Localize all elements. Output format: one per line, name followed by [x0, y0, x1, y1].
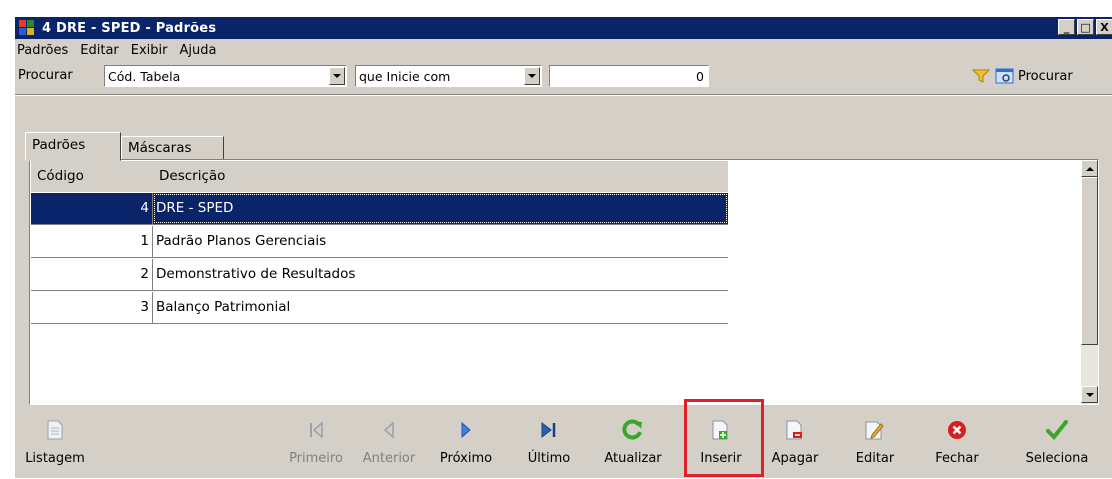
next-icon	[455, 419, 477, 441]
scroll-down-button[interactable]	[1081, 386, 1098, 403]
anterior-button[interactable]: Anterior	[351, 413, 427, 473]
cell-description: Demonstrativo de Resultados	[156, 266, 356, 282]
search-button-label: Procurar	[1018, 68, 1073, 84]
document-list-icon	[44, 419, 66, 441]
search-window-icon	[995, 67, 1015, 85]
checkmark-icon	[1046, 419, 1068, 441]
fechar-label: Fechar	[935, 451, 979, 466]
table-header: Código Descrição	[31, 161, 728, 192]
editar-label: Editar	[855, 451, 895, 466]
cell-description: Padrão Planos Gerenciais	[156, 233, 327, 249]
search-button[interactable]: Procurar	[995, 65, 1073, 87]
data-grid: Código Descrição 4 DRE - SPED 1 Padrão P…	[29, 159, 1099, 405]
ultimo-button[interactable]: Último	[517, 413, 581, 473]
separator	[15, 94, 1112, 96]
proximo-button[interactable]: Próximo	[427, 413, 505, 473]
menu-padroes[interactable]: Padrões	[15, 43, 74, 58]
window-title: 4 DRE - SPED - Padrões	[42, 20, 217, 36]
last-record-icon	[538, 419, 560, 441]
cell-code: 2	[31, 259, 153, 290]
primeiro-button[interactable]: Primeiro	[281, 413, 351, 473]
menu-bar: Padrões Editar Exibir Ajuda	[15, 39, 1112, 61]
search-bar: Procurar Cód. Tabela que Inicie com 0 Pr…	[15, 62, 1112, 92]
atualizar-button[interactable]: Atualizar	[591, 413, 675, 473]
menu-exibir[interactable]: Exibir	[125, 43, 174, 58]
previous-icon	[378, 419, 400, 441]
filter-icon[interactable]	[971, 69, 991, 87]
editar-button[interactable]: Editar	[845, 413, 905, 473]
maximize-button[interactable]: □	[1077, 19, 1094, 35]
tab-padroes[interactable]: Padrões	[25, 132, 121, 161]
table-row[interactable]: 2 Demonstrativo de Resultados	[31, 259, 728, 291]
seleciona-label: Seleciona	[1025, 451, 1089, 466]
cell-code: 4	[31, 193, 153, 224]
edit-document-icon	[864, 419, 886, 441]
chevron-down-icon	[528, 74, 536, 78]
ultimo-label: Último	[527, 451, 571, 466]
search-condition-value: que Inicie com	[359, 69, 451, 84]
first-record-icon	[305, 419, 327, 441]
search-label: Procurar	[18, 68, 73, 83]
arrow-down-icon	[1085, 392, 1094, 397]
arrow-up-icon	[1085, 166, 1094, 171]
proximo-label: Próximo	[439, 451, 493, 466]
column-header-codigo[interactable]: Código	[31, 161, 153, 192]
scroll-thumb[interactable]	[1081, 177, 1098, 345]
search-condition-select[interactable]: que Inicie com	[355, 65, 542, 87]
close-button[interactable]: X	[1096, 19, 1112, 35]
cell-code: 1	[31, 226, 153, 257]
close-circle-icon	[946, 419, 968, 441]
menu-ajuda[interactable]: Ajuda	[174, 43, 223, 58]
search-condition-dropdown-button[interactable]	[524, 67, 540, 85]
cell-code: 3	[31, 292, 153, 323]
search-field-dropdown-button[interactable]	[329, 67, 345, 85]
fechar-button[interactable]: Fechar	[927, 413, 987, 473]
highlight-box	[684, 399, 764, 477]
app-icon	[19, 20, 37, 36]
seleciona-button[interactable]: Seleciona	[1015, 413, 1099, 473]
cell-description: DRE - SPED	[153, 193, 728, 224]
primeiro-label: Primeiro	[289, 451, 343, 466]
cell-description: Balanço Patrimonial	[156, 299, 291, 315]
table-row[interactable]: 1 Padrão Planos Gerenciais	[31, 226, 728, 258]
table-row[interactable]: 3 Balanço Patrimonial	[31, 292, 728, 324]
main-window: 4 DRE - SPED - Padrões _ □ X Padrões Edi…	[14, 16, 1112, 478]
scroll-up-button[interactable]	[1081, 160, 1098, 177]
listagem-button[interactable]: Listagem	[15, 413, 95, 473]
menu-editar[interactable]: Editar	[74, 43, 125, 58]
atualizar-label: Atualizar	[604, 451, 662, 466]
table-row[interactable]: 4 DRE - SPED	[31, 193, 728, 225]
tab-mascaras[interactable]: Máscaras	[121, 136, 224, 161]
listagem-label: Listagem	[25, 451, 85, 466]
apagar-button[interactable]: Apagar	[765, 413, 825, 473]
title-bar: 4 DRE - SPED - Padrões _ □ X	[15, 17, 1112, 39]
refresh-icon	[622, 419, 644, 441]
search-field-value: Cód. Tabela	[108, 69, 181, 84]
delete-document-icon	[784, 419, 806, 441]
vertical-scrollbar[interactable]	[1081, 160, 1098, 404]
bottom-toolbar: Listagem Primeiro Anterior Próximo Últim…	[15, 413, 1112, 479]
search-input[interactable]: 0	[549, 65, 709, 87]
anterior-label: Anterior	[362, 451, 416, 466]
minimize-button[interactable]: _	[1058, 19, 1075, 35]
chevron-down-icon	[333, 74, 341, 78]
search-field-select[interactable]: Cód. Tabela	[104, 65, 347, 87]
apagar-label: Apagar	[771, 451, 819, 466]
column-header-descricao[interactable]: Descrição	[153, 161, 231, 192]
